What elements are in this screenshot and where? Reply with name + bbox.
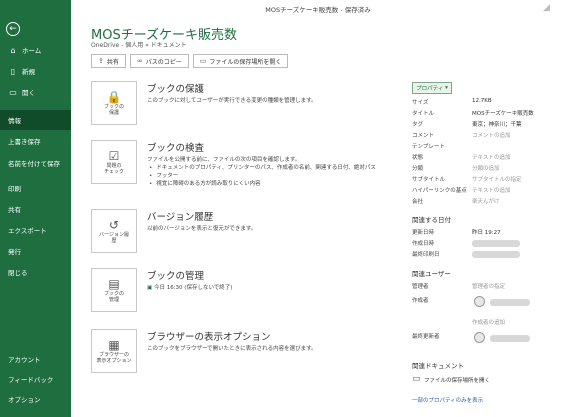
- folder-icon: ▭: [412, 374, 421, 384]
- breadcrumb: OneDrive - 個人用 » ドキュメント: [91, 42, 187, 49]
- property-row: テンプレート: [412, 144, 445, 150]
- folder-icon: ▭: [199, 57, 207, 65]
- chevron-down-icon: ▾: [445, 85, 448, 91]
- redacted-value: [472, 251, 520, 258]
- sidebar-item-save-as[interactable]: 名前を付けて保存: [0, 152, 66, 176]
- section-heading: ブラウザーの表示オプション: [147, 332, 271, 343]
- window-title: MOSチーズケーキ販売数 - 保存済み: [265, 6, 371, 14]
- sidebar-item-publish[interactable]: 発行: [0, 241, 71, 261]
- user-row: 管理者 管理者の指定: [412, 284, 506, 290]
- backstage-sidebar: ← ⌂ ホーム ▯ 新規 ▭ 開く 情報 上書き保存 名前を付けて保存 印刷 共有 エ…: [0, 0, 71, 417]
- property-row: ハイパーリンクの基点 テキストの追加: [412, 188, 511, 194]
- manage-workbook-button[interactable]: ▤ ブックの 管理: [91, 268, 137, 312]
- property-row: サブタイトル サブタイトルの指定: [412, 177, 522, 183]
- sidebar-item-feedback[interactable]: フィードバック: [0, 369, 71, 389]
- sidebar-item-save[interactable]: 上書き保存: [0, 131, 71, 151]
- section-heading: バージョン履歴: [147, 212, 214, 223]
- date-row: 作成日時: [412, 239, 562, 248]
- sidebar-item-export[interactable]: エクスポート: [0, 220, 71, 240]
- property-row: コメント コメントの追加: [412, 133, 511, 139]
- feedback-face-icon[interactable]: ◢: [543, 3, 553, 13]
- redacted-value: [490, 335, 530, 342]
- related-dates-heading: 関連する日付: [412, 216, 451, 224]
- browser-icon: ▦: [108, 338, 120, 352]
- section-heading: ブックの保護: [147, 84, 205, 95]
- user-row: 作成者: [412, 298, 429, 304]
- workbook-manage-icon: ▤: [108, 277, 120, 291]
- list-item: ドキュメントのプロパティ、プリンターのパス、作成者の名前、関連する日付、絶対パス: [149, 164, 397, 172]
- sidebar-item-share[interactable]: 共有: [0, 199, 71, 219]
- properties-dropdown[interactable]: プロパティ ▾: [412, 82, 452, 94]
- property-row: サイズ 12.7KB: [412, 98, 492, 106]
- share-button[interactable]: ⇪ 共有: [91, 54, 126, 68]
- protect-workbook-button[interactable]: 🔒 ブックの 保護: [91, 81, 137, 125]
- property-row: タイトル MOSチーズケーキ販売数: [412, 111, 534, 117]
- section-description: このブックに対してユーザーが実行できる変更の種類を管理します。: [147, 98, 317, 104]
- open-file-location-button[interactable]: ▭ ファイルの保存場所を開く: [192, 54, 289, 68]
- related-documents-heading: 関連ドキュメント: [412, 362, 464, 370]
- redacted-value: [472, 240, 520, 247]
- show-fewer-properties-link[interactable]: 一部のプロパティのみを表示: [412, 396, 483, 404]
- date-row: 更新日時 昨日 19:27: [412, 230, 501, 236]
- list-item: 視覚に障碍のある方が読み取りにくい内容: [149, 180, 397, 188]
- property-row: 会社 楽天んがけ: [412, 199, 500, 205]
- related-people-heading: 関連ユーザー: [412, 270, 451, 278]
- open-file-location-link[interactable]: ▭ ファイルの保存場所を開く: [412, 374, 562, 386]
- new-file-icon: ▯: [10, 66, 16, 76]
- section-heading: ブックの管理: [147, 271, 205, 282]
- excel-file-icon: ▣: [147, 285, 154, 291]
- section-description: ファイルを公開する前に、ファイルの次の項目を確認します。: [147, 157, 301, 163]
- lock-icon: 🔒: [106, 90, 122, 104]
- sidebar-item-options[interactable]: オプション: [0, 389, 71, 409]
- sidebar-item-close[interactable]: 閉じる: [0, 262, 71, 282]
- title-bar: MOSチーズケーキ販売数 - 保存済み ◢: [71, 0, 565, 16]
- property-row: 状態 テキストの追加: [412, 155, 511, 161]
- avatar: [474, 332, 485, 343]
- share-icon: ⇪: [98, 57, 104, 65]
- property-row: タグ 東京；神奈川；千葉: [412, 122, 522, 128]
- property-row: 分類 分類の追加: [412, 166, 500, 172]
- home-icon: ⌂: [10, 45, 16, 55]
- section-heading: ブックの検査: [147, 143, 205, 154]
- version-history-button[interactable]: ↺ バージョン履 歴: [91, 209, 137, 253]
- browser-view-options-button[interactable]: ▦ ブラウザーの 表示オプション: [91, 329, 137, 373]
- history-clock-icon: ↺: [108, 218, 120, 232]
- copy-path-button[interactable]: ∞ パスのコピー: [129, 54, 189, 68]
- user-row: 最終更新者: [412, 334, 440, 340]
- add-author-row: 作成者の追加: [472, 320, 506, 326]
- sidebar-item-home[interactable]: ⌂ ホーム: [0, 40, 71, 60]
- check-for-issues-button[interactable]: ☑ 問題の チェック: [91, 140, 137, 184]
- avatar: [474, 296, 485, 307]
- list-item: フッター: [149, 172, 397, 180]
- link-icon: ∞: [136, 57, 143, 65]
- autosave-version-link[interactable]: ▣ 今日 16:30 (保存しないで終了): [147, 284, 397, 292]
- sidebar-item-new[interactable]: ▯ 新規: [0, 61, 71, 81]
- sidebar-item-account[interactable]: アカウント: [0, 349, 71, 369]
- checklist-icon: ☑: [108, 149, 120, 163]
- back-arrow-icon[interactable]: ←: [6, 22, 20, 36]
- info-page: MOSチーズケーキ販売数 OneDrive - 個人用 » ドキュメント ⇪ 共有…: [71, 16, 565, 417]
- date-row: 最終印刷日: [412, 250, 562, 259]
- section-description: 以前のバージョンを表示と復元ができます。: [147, 226, 257, 232]
- redacted-value: [490, 299, 530, 306]
- section-description: このブックをブラウザーで開いたときに表示される内容を選びます。: [147, 346, 317, 352]
- file-toolbar: ⇪ 共有 ∞ パスのコピー ▭ ファイルの保存場所を開く: [91, 54, 289, 68]
- sidebar-item-open[interactable]: ▭ 開く: [0, 82, 71, 102]
- sidebar-item-print[interactable]: 印刷: [0, 178, 71, 198]
- folder-open-icon: ▭: [9, 87, 17, 97]
- sidebar-item-info[interactable]: 情報: [0, 110, 71, 130]
